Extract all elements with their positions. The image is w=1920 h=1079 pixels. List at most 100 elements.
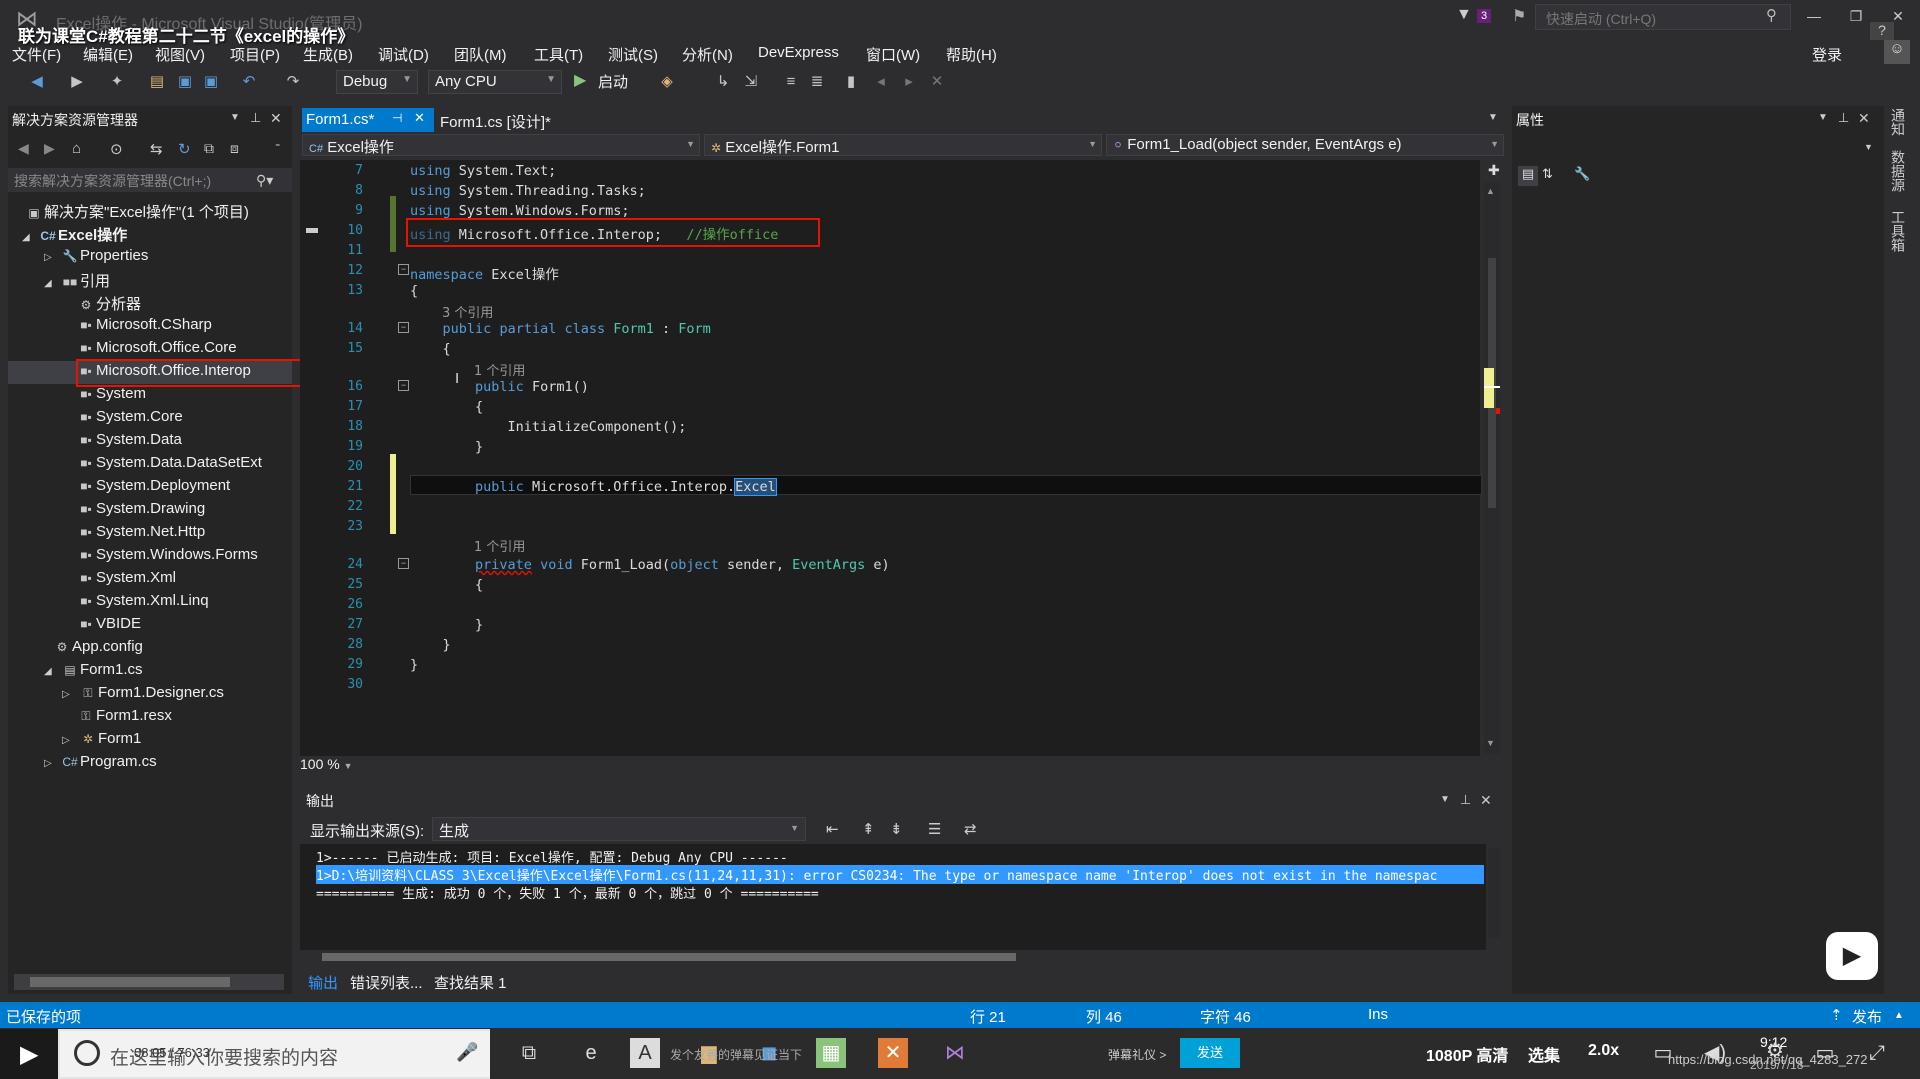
- notification-badge[interactable]: 3: [1477, 9, 1492, 23]
- word-wrap-icon[interactable]: ⇄: [964, 820, 977, 838]
- browser-link-icon[interactable]: ◈: [656, 72, 678, 92]
- speed-button[interactable]: 2.0x: [1588, 1042, 1619, 1060]
- tree-item-app-config[interactable]: ⚙ App.config: [52, 638, 143, 661]
- refresh-icon[interactable]: ↻: [178, 140, 191, 158]
- feedback-icon[interactable]: ⚑: [1512, 6, 1526, 26]
- publish-button[interactable]: 发布: [1852, 1006, 1882, 1027]
- search-icon[interactable]: ⚲: [1766, 6, 1777, 24]
- tree-item-reference[interactable]: ■▪ System: [76, 385, 146, 408]
- tree-item-form1-class[interactable]: ▷ ✲ Form1: [62, 730, 141, 753]
- project-navigation-select[interactable]: C# Excel操作 ▼: [302, 134, 700, 156]
- solution-config-select[interactable]: Debug ▼: [336, 70, 418, 94]
- expand-icon[interactable]: ◢: [44, 278, 60, 289]
- pin-icon[interactable]: ⊣: [392, 111, 402, 125]
- outdent-icon[interactable]: ≣: [806, 72, 828, 92]
- split-editor-icon[interactable]: ✚: [1488, 162, 1500, 179]
- tree-item-program-cs[interactable]: ▷ C# Program.cs: [44, 753, 157, 776]
- microphone-icon[interactable]: 🎤: [456, 1042, 478, 1063]
- restore-button[interactable]: ❐: [1844, 8, 1868, 30]
- spreadsheet-icon[interactable]: ▦: [816, 1038, 846, 1068]
- pin-icon[interactable]: ⊥: [1838, 110, 1849, 126]
- next-message-icon[interactable]: ⇟: [890, 820, 903, 838]
- pin-icon[interactable]: ⊥: [250, 110, 261, 126]
- menu-analyze[interactable]: 分析(N): [682, 44, 733, 65]
- tree-item-reference[interactable]: ■▪ VBIDE: [76, 615, 141, 638]
- codelens-references[interactable]: 1 个引用: [474, 536, 525, 555]
- tree-item-analyzers[interactable]: ⚙ 分析器: [76, 293, 141, 316]
- scroll-down-icon[interactable]: ▼: [1486, 738, 1495, 748]
- output-source-select[interactable]: 生成 ▼: [432, 817, 806, 841]
- fullscreen-window-icon[interactable]: ▭: [1810, 1038, 1840, 1068]
- notification-filter-icon[interactable]: ▼: [1456, 6, 1472, 24]
- danmaku-etiquette-link[interactable]: 弹幕礼仪 >: [1108, 1046, 1166, 1063]
- tree-item-project[interactable]: ◢ C# Excel操作: [22, 224, 127, 247]
- menu-file[interactable]: 文件(F): [12, 44, 61, 65]
- visual-studio-taskbar-icon[interactable]: ⋈: [940, 1038, 970, 1068]
- tree-item-form1-cs[interactable]: ◢ ▤ Form1.cs: [44, 661, 143, 684]
- new-project-icon[interactable]: ✦: [106, 72, 128, 92]
- menu-edit[interactable]: 编辑(E): [83, 44, 133, 65]
- redo-icon[interactable]: ↷: [282, 72, 304, 92]
- panel-menu-icon[interactable]: ▼: [1440, 794, 1450, 805]
- open-file-icon[interactable]: ▤: [146, 72, 168, 92]
- menu-debug[interactable]: 调试(D): [378, 44, 429, 65]
- play-icon[interactable]: ▶: [20, 1040, 38, 1069]
- account-icon[interactable]: ☺: [1884, 40, 1910, 64]
- navigate-forward-icon[interactable]: ▶: [66, 72, 88, 92]
- editor-horizontal-scrollbar[interactable]: [380, 760, 1480, 774]
- platform-select[interactable]: Any CPU ▼: [428, 70, 562, 94]
- scroll-up-icon[interactable]: ▲: [1486, 186, 1495, 196]
- tab-form1-cs[interactable]: Form1.cs* ⊣ ✕: [302, 108, 434, 132]
- categorized-icon[interactable]: ▤: [1518, 166, 1538, 186]
- fold-toggle-icon[interactable]: −: [398, 264, 409, 275]
- chevron-up-icon[interactable]: ▲: [1894, 1010, 1904, 1021]
- tool-icon[interactable]: ✕: [878, 1038, 908, 1068]
- chevron-down-icon[interactable]: ▼: [1488, 112, 1498, 123]
- show-all-files-icon[interactable]: ⧈: [230, 140, 239, 157]
- bookmark-icon[interactable]: ▮: [840, 72, 862, 92]
- menu-team[interactable]: 团队(M): [454, 44, 507, 65]
- side-tab-toolbox[interactable]: 工具箱: [1888, 210, 1908, 252]
- task-view-icon[interactable]: ⧉: [514, 1038, 544, 1068]
- scroll-thumb[interactable]: [322, 953, 1016, 961]
- tab-error-list[interactable]: 错误列表...: [350, 972, 423, 993]
- start-debug-icon[interactable]: ▶: [574, 70, 586, 90]
- fullscreen-icon[interactable]: ⤢: [1862, 1038, 1892, 1068]
- side-tab-data-sources[interactable]: 数据源: [1888, 150, 1908, 192]
- menu-devexpress[interactable]: DevExpress: [758, 44, 839, 61]
- output-line-selected[interactable]: 1>D:\培训资料\CLASS 3\Excel操作\Excel操作\Form1.…: [316, 865, 1484, 884]
- close-tab-icon[interactable]: ✕: [414, 110, 425, 126]
- tree-item-reference[interactable]: ■▪ Microsoft.CSharp: [76, 316, 212, 339]
- alphabetical-icon[interactable]: ⇅: [1542, 166, 1553, 182]
- close-panel-icon[interactable]: ✕: [1480, 792, 1492, 809]
- indent-icon[interactable]: ≡: [780, 72, 802, 92]
- save-all-icon[interactable]: ▣: [200, 72, 222, 92]
- panel-menu-icon[interactable]: ▼: [1818, 112, 1828, 123]
- menu-build[interactable]: 生成(B): [303, 44, 353, 65]
- collapse-icon[interactable]: ▷: [62, 735, 78, 746]
- property-pages-icon[interactable]: 🔧: [1574, 166, 1590, 182]
- tree-item-reference[interactable]: ■▪ System.Xml: [76, 569, 176, 592]
- minimize-button[interactable]: —: [1802, 8, 1826, 30]
- tree-item-reference[interactable]: ■▪ System.Data: [76, 431, 182, 454]
- close-panel-icon[interactable]: ✕: [1858, 110, 1870, 127]
- save-icon[interactable]: ▣: [174, 72, 196, 92]
- codelens-references[interactable]: 3 个引用: [442, 302, 493, 321]
- forward-icon[interactable]: ▶: [44, 140, 55, 157]
- clear-bookmarks-icon[interactable]: ✕: [926, 72, 948, 92]
- menu-window[interactable]: 窗口(W): [866, 44, 920, 65]
- undo-icon[interactable]: ↶: [238, 72, 260, 92]
- find-message-icon[interactable]: ⇤: [826, 820, 839, 838]
- chevron-down-icon[interactable]: ▼: [1864, 142, 1873, 152]
- member-navigation-select[interactable]: ⚪ Form1_Load(object sender, EventArgs e)…: [1106, 134, 1504, 156]
- tree-item-reference[interactable]: ■▪ System.Data.DataSetExt: [76, 454, 262, 477]
- fold-toggle-icon[interactable]: −: [398, 380, 409, 391]
- sync-icon[interactable]: ⇆: [150, 140, 163, 158]
- tree-item-reference[interactable]: ■▪ System.Windows.Forms: [76, 546, 257, 569]
- tree-item-reference[interactable]: ■▪ System.Xml.Linq: [76, 592, 208, 615]
- tree-item-references[interactable]: ◢ ■■ 引用: [44, 270, 110, 293]
- pending-changes-icon[interactable]: ⊙: [110, 140, 123, 158]
- prev-bookmark-icon[interactable]: ◂: [870, 72, 892, 92]
- tree-item-reference[interactable]: ■▪ System.Net.Http: [76, 523, 205, 546]
- tree-item-reference[interactable]: ■▪ System.Drawing: [76, 500, 205, 523]
